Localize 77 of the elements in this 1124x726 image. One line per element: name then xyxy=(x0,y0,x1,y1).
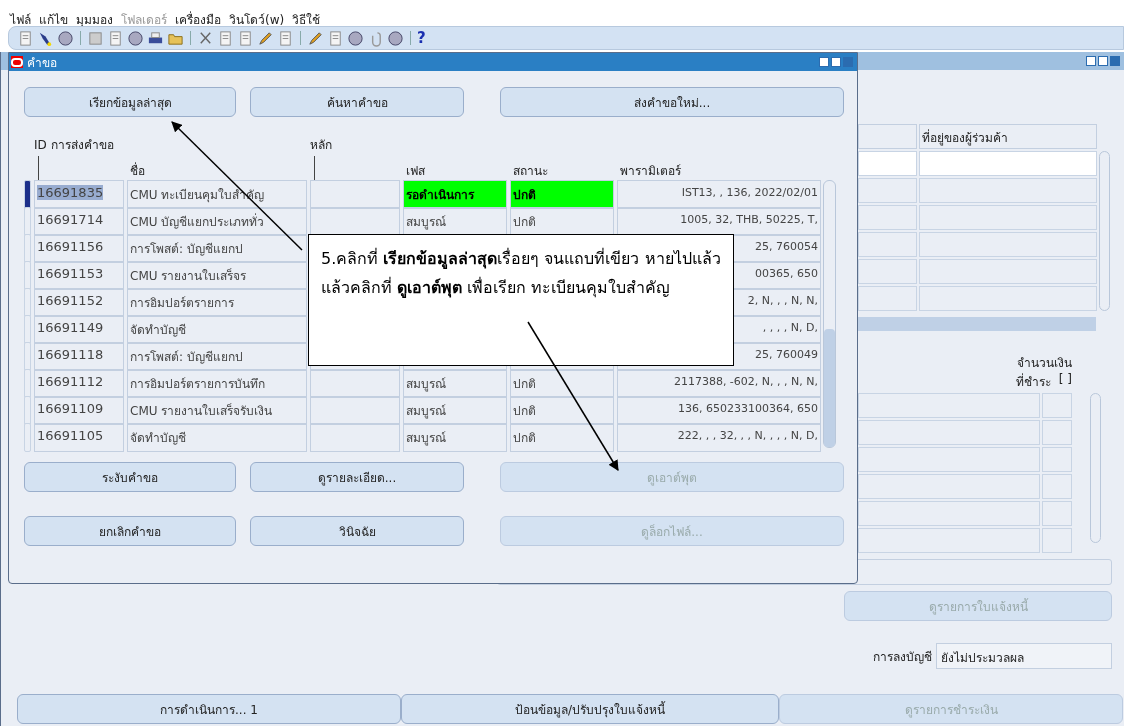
table-cell xyxy=(1042,501,1072,526)
table-cell xyxy=(1042,447,1072,472)
table-cell[interactable]: รอดำเนินการ xyxy=(403,180,507,209)
table-cell[interactable]: สมบูรณ์ xyxy=(403,369,507,398)
table-cell xyxy=(1042,420,1072,445)
table-cell xyxy=(1042,528,1072,553)
table-cell[interactable]: ปกติ xyxy=(510,396,614,425)
column-header: [ ] xyxy=(1058,372,1072,388)
request-button[interactable]: ยกเลิกคำขอ xyxy=(24,516,236,546)
column-header: หลัก xyxy=(310,137,333,154)
table-cell[interactable] xyxy=(310,180,400,209)
action-button[interactable]: การดำเนินการ... 1 xyxy=(17,694,401,724)
table-cell[interactable]: 16691714 xyxy=(34,207,124,236)
column-header: เฟส xyxy=(405,163,426,180)
menu-item[interactable]: ไฟล์ xyxy=(10,10,31,22)
app-logo-icon xyxy=(11,56,23,68)
table-cell xyxy=(1042,393,1072,418)
action-button[interactable]: ป้อนข้อมูล/ปรับปรุงใบแจ้งหนี้ xyxy=(401,694,779,724)
table-cell[interactable]: สมบูรณ์ xyxy=(403,396,507,425)
table-cell[interactable] xyxy=(310,423,400,452)
field-label: การลงบัญชี xyxy=(873,648,932,666)
table-cell[interactable]: 16691109 xyxy=(34,396,124,425)
column-header: ชื่อ xyxy=(129,161,146,180)
table-cell[interactable]: จัดทำบัญชี xyxy=(127,315,307,344)
help-button[interactable]: ? xyxy=(417,29,426,47)
table-cell[interactable]: 16691118 xyxy=(34,342,124,371)
edit-icon[interactable] xyxy=(257,29,274,47)
table-cell[interactable]: CMU รายงานใบเสร็จร xyxy=(127,261,307,290)
table-cell[interactable]: 222, , , 32, , , N, , , , N, D, xyxy=(617,423,821,452)
menu-item[interactable]: เครื่องมือ xyxy=(175,10,221,22)
table-cell[interactable]: ปกติ xyxy=(510,180,614,209)
table-cell xyxy=(1042,474,1072,499)
table-cell[interactable]: 16691105 xyxy=(34,423,124,452)
table-cell[interactable]: 16691112 xyxy=(34,369,124,398)
request-button[interactable]: ส่งคำขอใหม่... xyxy=(500,87,844,117)
table-cell[interactable]: CMU บัญชีแยกประเภททั่ว xyxy=(127,207,307,236)
table-cell[interactable]: จัดทำบัญชี xyxy=(127,423,307,452)
table-cell[interactable]: 16691156 xyxy=(34,234,124,263)
request-button[interactable]: วินิจฉัย xyxy=(250,516,464,546)
table-cell[interactable] xyxy=(310,369,400,398)
table-cell[interactable]: การโพสต์: บัญชีแยกป xyxy=(127,234,307,263)
request-button[interactable]: เรียกข้อมูลล่าสุด xyxy=(24,87,236,117)
menu-item[interactable]: วิธีใช้ xyxy=(292,10,321,22)
column-header xyxy=(858,124,917,149)
posting-field[interactable]: ยังไม่ประมวลผล xyxy=(936,643,1112,669)
table-cell[interactable]: การโพสต์: บัญชีแยกป xyxy=(127,342,307,371)
table-cell[interactable]: การอิมปอร์ตรายการบันทึก xyxy=(127,369,307,398)
menu-item[interactable]: แก้ไข xyxy=(39,10,68,22)
table-cell[interactable]: 16691153 xyxy=(34,261,124,290)
vertical-scrollbar[interactable] xyxy=(823,180,836,448)
table-cell[interactable]: ปกติ xyxy=(510,423,614,452)
instruction-tooltip: 5.คลิกที่ เรียกข้อมูลล่าสุดเรื่อยๆ จนแถบที่เขียว หายไปแล้ว แล้วคลิกที่ ดูเอาต์พุต เพื่อเรียก ทะเบียนคุมใบสำคัญ xyxy=(308,234,734,366)
column-header: พารามิเตอร์ xyxy=(619,163,682,180)
table-cell[interactable]: 16691835 xyxy=(34,180,124,209)
table-cell[interactable]: การอิมปอร์ตรายการ xyxy=(127,288,307,317)
table-cell[interactable]: IST13, , 136, 2022/02/01 xyxy=(617,180,821,209)
request-button[interactable]: ค้นหาคำขอ xyxy=(250,87,464,117)
column-header: ID การส่งคำขอ xyxy=(34,137,115,154)
column-header: จำนวนเงิน xyxy=(1017,355,1072,372)
column-header: ที่ชำระ xyxy=(1015,372,1051,391)
table-cell[interactable]: CMU รายงานใบเสร็จรับเงิน xyxy=(127,396,307,425)
request-button[interactable]: ดูรายละเอียด... xyxy=(250,462,464,492)
table-cell[interactable]: 16691152 xyxy=(34,288,124,317)
row-indicator[interactable] xyxy=(24,180,31,209)
column-header: สถานะ xyxy=(512,163,549,180)
pencil-icon[interactable] xyxy=(307,29,324,47)
table-cell[interactable]: ปกติ xyxy=(510,369,614,398)
column-header: ที่อยู่ของผู้ร่วมค้า xyxy=(919,124,1097,149)
horizontal-scrollbar[interactable] xyxy=(858,317,1096,331)
table-cell[interactable]: 16691149 xyxy=(34,315,124,344)
table-cell[interactable]: 136, 650233100364, 650 xyxy=(617,396,821,425)
table-cell[interactable]: สมบูรณ์ xyxy=(403,423,507,452)
window-title: คำขอ xyxy=(27,54,57,72)
table-cell[interactable] xyxy=(310,396,400,425)
table-cell xyxy=(858,151,917,176)
table-cell[interactable]: 2117388, -602, N, , , N, N, xyxy=(617,369,821,398)
request-button[interactable]: ระงับคำขอ xyxy=(24,462,236,492)
